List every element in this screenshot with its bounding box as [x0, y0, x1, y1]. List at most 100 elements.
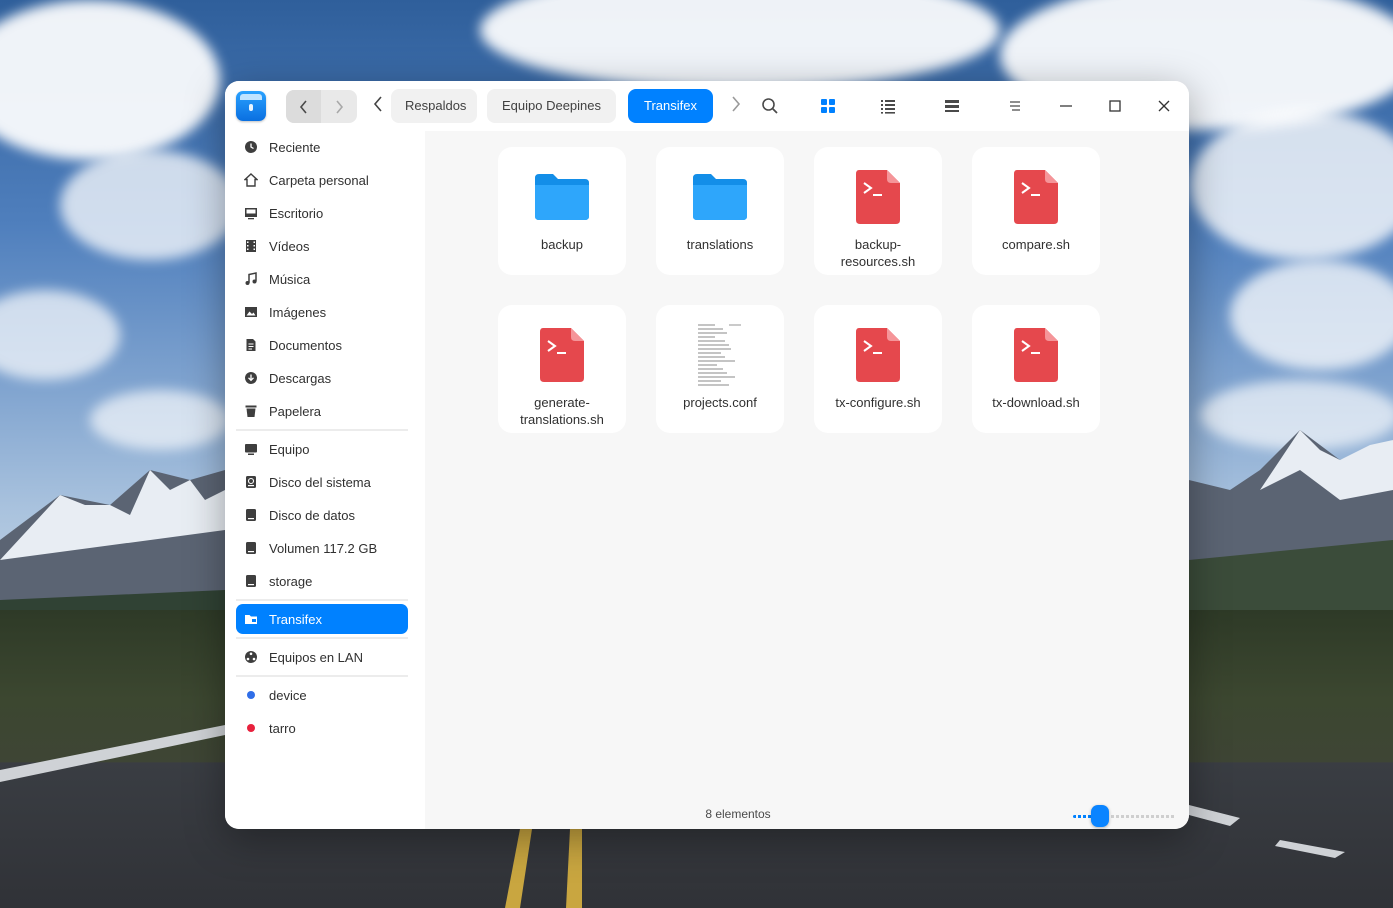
- back-button[interactable]: [286, 90, 321, 123]
- file-name: backup- resources.sh: [840, 237, 916, 269]
- sidebar-tag-device[interactable]: device: [236, 680, 408, 710]
- file-manager-logo-icon: [236, 91, 266, 121]
- network-icon: [244, 650, 258, 664]
- slider-handle[interactable]: [1091, 805, 1109, 827]
- sidebar-item-label: Reciente: [269, 139, 321, 155]
- sidebar-item-label: Documentos: [269, 337, 342, 353]
- sidebar-item-storage[interactable]: storage: [236, 566, 408, 596]
- sidebar-item-computer[interactable]: Equipo: [236, 434, 408, 464]
- breadcrumb-item-current[interactable]: Transifex: [628, 89, 713, 123]
- search-button[interactable]: [757, 93, 783, 119]
- grid-view-icon: [821, 99, 835, 113]
- download-icon: [244, 371, 258, 385]
- sidebar-item-system-disk[interactable]: Disco del sistema: [236, 467, 408, 497]
- sidebar-divider: [236, 675, 408, 677]
- sidebar-item-recent[interactable]: Reciente: [236, 132, 408, 162]
- status-item-count: 8 elementos: [705, 807, 771, 821]
- shell-script-icon: [848, 325, 908, 385]
- main-menu-button[interactable]: [1002, 93, 1028, 119]
- sidebar-item-downloads[interactable]: Descargas: [236, 363, 408, 393]
- breadcrumb-item[interactable]: Respaldos: [391, 89, 477, 123]
- maximize-button[interactable]: [1100, 91, 1130, 121]
- sidebar-item-label: Equipos en LAN: [269, 649, 363, 665]
- menu-icon: [1010, 101, 1020, 111]
- sidebar-item-lan[interactable]: Equipos en LAN: [236, 642, 408, 672]
- computer-icon: [244, 442, 258, 456]
- sidebar-item-label: Papelera: [269, 403, 322, 419]
- file-item-script[interactable]: tx-configure.sh: [814, 305, 942, 433]
- file-item-folder[interactable]: translations: [656, 147, 784, 275]
- icon-view-button[interactable]: [815, 93, 841, 119]
- breadcrumb-scroll-left-button[interactable]: [371, 95, 385, 117]
- sidebar-item-music[interactable]: Música: [236, 264, 408, 294]
- file-name: compare.sh: [1002, 237, 1070, 252]
- sidebar-divider: [236, 599, 408, 601]
- sidebar-item-label: Música: [269, 271, 311, 287]
- folder-icon: [690, 167, 750, 227]
- sidebar-item-volume[interactable]: Volumen 117.2 GB: [236, 533, 408, 563]
- sidebar-item-label: tarro: [269, 720, 296, 736]
- sidebar-item-pictures[interactable]: Imágenes: [236, 297, 408, 327]
- titlebar: Respaldos Equipo Deepines Transifex: [225, 81, 1189, 131]
- detail-panel-icon: [945, 100, 959, 112]
- file-name: tx-configure.sh: [835, 395, 921, 410]
- sidebar-item-label: Transifex: [269, 611, 322, 627]
- sidebar-item-label: device: [269, 687, 307, 703]
- chevron-right-icon: [732, 96, 741, 112]
- sidebar-item-label: Disco de datos: [269, 507, 355, 523]
- trash-icon: [244, 404, 258, 418]
- shell-script-icon: [1006, 325, 1066, 385]
- sidebar-item-label: Carpeta personal: [269, 172, 369, 188]
- document-icon: [244, 338, 258, 352]
- list-view-icon: [881, 100, 895, 114]
- sidebar-tag-tarro[interactable]: tarro: [236, 713, 408, 743]
- sidebar-item-desktop[interactable]: Escritorio: [236, 198, 408, 228]
- sidebar-item-label: Escritorio: [269, 205, 324, 221]
- shell-script-icon: [848, 167, 908, 227]
- sidebar-item-videos[interactable]: Vídeos: [236, 231, 408, 261]
- file-manager-window: Respaldos Equipo Deepines Transifex Reci…: [225, 81, 1189, 829]
- list-view-button[interactable]: [875, 93, 901, 119]
- slider-track: [1111, 815, 1175, 818]
- search-icon: [762, 98, 778, 114]
- disk-icon: [244, 508, 258, 522]
- chevron-left-icon: [299, 99, 307, 114]
- chevron-left-icon: [373, 96, 382, 112]
- sidebar-item-data-disk[interactable]: Disco de datos: [236, 500, 408, 530]
- file-item-script[interactable]: generate- translations.sh: [498, 305, 626, 433]
- folder-icon: [244, 612, 258, 626]
- sidebar-item-home[interactable]: Carpeta personal: [236, 165, 408, 195]
- sidebar-item-transifex[interactable]: Transifex: [236, 604, 408, 634]
- minimize-button[interactable]: [1051, 91, 1081, 121]
- sidebar: Reciente Carpeta personal Escritorio Víd…: [225, 131, 425, 829]
- breadcrumb-scroll-right-button[interactable]: [729, 95, 743, 117]
- detail-view-button[interactable]: [939, 93, 965, 119]
- breadcrumb-item[interactable]: Equipo Deepines: [487, 89, 616, 123]
- tag-dot-icon: [244, 721, 258, 735]
- system-disk-icon: [244, 475, 258, 489]
- minimize-icon: [1060, 105, 1072, 107]
- file-item-folder[interactable]: backup: [498, 147, 626, 275]
- sidebar-item-documents[interactable]: Documentos: [236, 330, 408, 360]
- shell-script-icon: [1006, 167, 1066, 227]
- image-icon: [244, 305, 258, 319]
- sidebar-item-trash[interactable]: Papelera: [236, 396, 408, 426]
- chevron-right-icon: [335, 99, 343, 114]
- close-button[interactable]: [1149, 91, 1179, 121]
- desktop-icon: [244, 206, 258, 220]
- disk-icon: [244, 541, 258, 555]
- music-note-icon: [244, 272, 258, 286]
- close-icon: [1158, 100, 1170, 112]
- disk-icon: [244, 574, 258, 588]
- file-item-script[interactable]: compare.sh: [972, 147, 1100, 275]
- file-item-text[interactable]: projects.conf: [656, 305, 784, 433]
- sidebar-divider: [236, 429, 408, 431]
- forward-button[interactable]: [321, 90, 356, 123]
- icon-size-slider[interactable]: [1073, 805, 1177, 827]
- tag-dot-icon: [244, 688, 258, 702]
- file-item-script[interactable]: tx-download.sh: [972, 305, 1100, 433]
- file-name: generate- translations.sh: [520, 395, 604, 427]
- file-name: backup: [541, 237, 583, 252]
- file-item-script[interactable]: backup- resources.sh: [814, 147, 942, 275]
- text-file-preview-icon: [690, 322, 750, 388]
